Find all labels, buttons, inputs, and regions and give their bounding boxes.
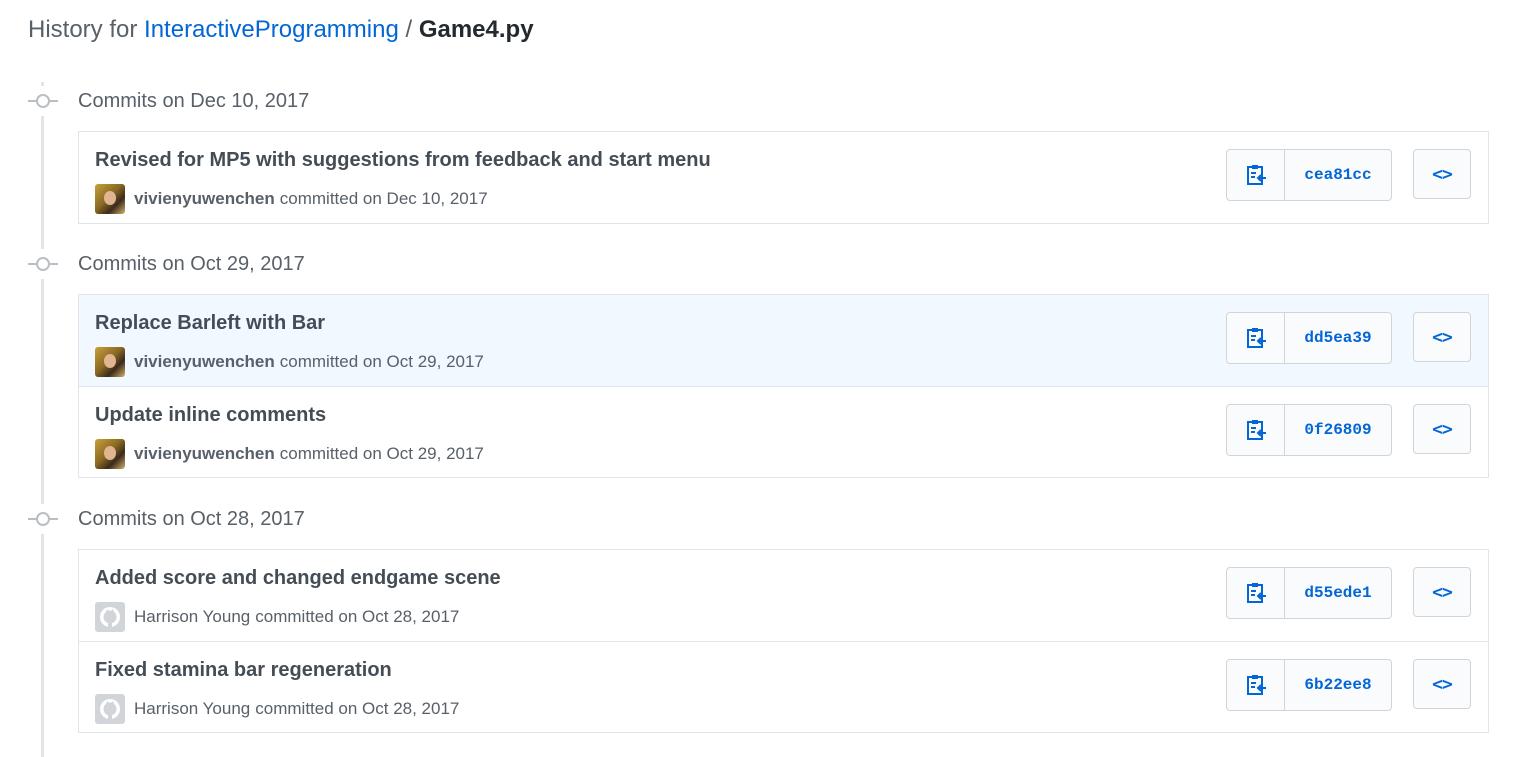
clippy-icon <box>1246 165 1266 185</box>
author-link[interactable]: vivienyuwenchen <box>134 189 275 209</box>
avatar[interactable] <box>95 439 125 469</box>
sha-link[interactable]: d55ede1 <box>1285 568 1391 618</box>
clippy-icon <box>1246 583 1266 603</box>
timeline-line <box>41 82 44 757</box>
commit-group-date: Commits on Oct 29, 2017 <box>78 252 305 275</box>
code-icon: <> <box>1432 673 1453 695</box>
commit-row: Replace Barleft with Bar vivienyuwenchen… <box>79 295 1488 386</box>
browse-repo-button[interactable]: <> <box>1413 567 1471 617</box>
file-name: Game4.py <box>418 16 534 43</box>
browse-repo-button[interactable]: <> <box>1413 404 1471 454</box>
author-link[interactable]: vivienyuwenchen <box>134 444 275 464</box>
browse-repo-button[interactable]: <> <box>1413 312 1471 362</box>
commit-meta: vivienyuwenchen committed on Dec 10, 201… <box>95 184 488 214</box>
commit-meta: Harrison Young committed on Oct 28, 2017 <box>95 602 459 632</box>
copy-sha-button[interactable] <box>1227 405 1285 455</box>
commit-group-header: Commits on Dec 10, 2017 <box>28 86 309 116</box>
commit-group-icon <box>28 249 58 279</box>
commit-date: committed on Dec 10, 2017 <box>279 189 488 208</box>
commit-meta: vivienyuwenchen committed on Oct 29, 201… <box>95 347 484 377</box>
page-title: History for InteractiveProgramming / Gam… <box>28 14 534 46</box>
code-icon: <> <box>1432 581 1453 603</box>
sha-button-group: dd5ea39 <box>1226 312 1392 364</box>
github-ghost-icon <box>100 699 120 719</box>
history-prefix: History for <box>28 16 138 43</box>
sha-button-group: 0f26809 <box>1226 404 1392 456</box>
sha-link[interactable]: 0f26809 <box>1285 405 1391 455</box>
sha-link[interactable]: 6b22ee8 <box>1285 660 1391 710</box>
repo-link[interactable]: InteractiveProgramming <box>144 16 399 43</box>
avatar[interactable] <box>95 347 125 377</box>
commit-date: committed on Oct 29, 2017 <box>279 352 484 371</box>
sha-button-group: cea81cc <box>1226 149 1392 201</box>
browse-repo-button[interactable]: <> <box>1413 149 1471 199</box>
github-ghost-icon <box>100 607 120 627</box>
commit-meta: Harrison Young committed on Oct 28, 2017 <box>95 694 459 724</box>
sha-button-group: 6b22ee8 <box>1226 659 1392 711</box>
commit-date: committed on Oct 28, 2017 <box>255 607 460 626</box>
clippy-icon <box>1246 328 1266 348</box>
commit-group-header: Commits on Oct 28, 2017 <box>28 504 305 534</box>
clippy-icon <box>1246 675 1266 695</box>
commit-row: Revised for MP5 with suggestions from fe… <box>79 132 1488 223</box>
commit-message-link[interactable]: Fixed stamina bar regeneration <box>95 659 392 682</box>
commit-row: Added score and changed endgame scene Ha… <box>79 550 1488 641</box>
commit-group-icon <box>28 86 58 116</box>
copy-sha-button[interactable] <box>1227 568 1285 618</box>
commit-meta: vivienyuwenchen committed on Oct 29, 201… <box>95 439 484 469</box>
author-link[interactable]: Harrison Young <box>134 699 250 719</box>
commit-date: committed on Oct 29, 2017 <box>279 444 484 463</box>
code-icon: <> <box>1432 163 1453 185</box>
sha-link[interactable]: dd5ea39 <box>1285 313 1391 363</box>
commit-list: Revised for MP5 with suggestions from fe… <box>78 131 1489 224</box>
author-link[interactable]: Harrison Young <box>134 607 250 627</box>
commit-message-link[interactable]: Added score and changed endgame scene <box>95 567 501 590</box>
commit-group-header: Commits on Oct 29, 2017 <box>28 249 305 279</box>
copy-sha-button[interactable] <box>1227 660 1285 710</box>
avatar[interactable] <box>95 184 125 214</box>
copy-sha-button[interactable] <box>1227 150 1285 200</box>
code-icon: <> <box>1432 326 1453 348</box>
commit-row: Update inline comments vivienyuwenchen c… <box>79 386 1488 477</box>
avatar[interactable] <box>95 602 125 632</box>
commit-group-date: Commits on Oct 28, 2017 <box>78 507 305 530</box>
code-icon: <> <box>1432 418 1453 440</box>
commit-message-link[interactable]: Replace Barleft with Bar <box>95 312 325 335</box>
commit-list: Replace Barleft with Bar vivienyuwenchen… <box>78 294 1489 478</box>
copy-sha-button[interactable] <box>1227 313 1285 363</box>
path-separator: / <box>405 16 413 43</box>
commit-group-icon <box>28 504 58 534</box>
commit-message-link[interactable]: Revised for MP5 with suggestions from fe… <box>95 149 711 172</box>
sha-link[interactable]: cea81cc <box>1285 150 1391 200</box>
commit-date: committed on Oct 28, 2017 <box>255 699 460 718</box>
commit-row: Fixed stamina bar regeneration Harrison … <box>79 641 1488 732</box>
commit-group-date: Commits on Dec 10, 2017 <box>78 89 310 112</box>
author-link[interactable]: vivienyuwenchen <box>134 352 275 372</box>
sha-button-group: d55ede1 <box>1226 567 1392 619</box>
clippy-icon <box>1246 420 1266 440</box>
avatar[interactable] <box>95 694 125 724</box>
browse-repo-button[interactable]: <> <box>1413 659 1471 709</box>
commit-list: Added score and changed endgame scene Ha… <box>78 549 1489 733</box>
commit-message-link[interactable]: Update inline comments <box>95 404 326 427</box>
